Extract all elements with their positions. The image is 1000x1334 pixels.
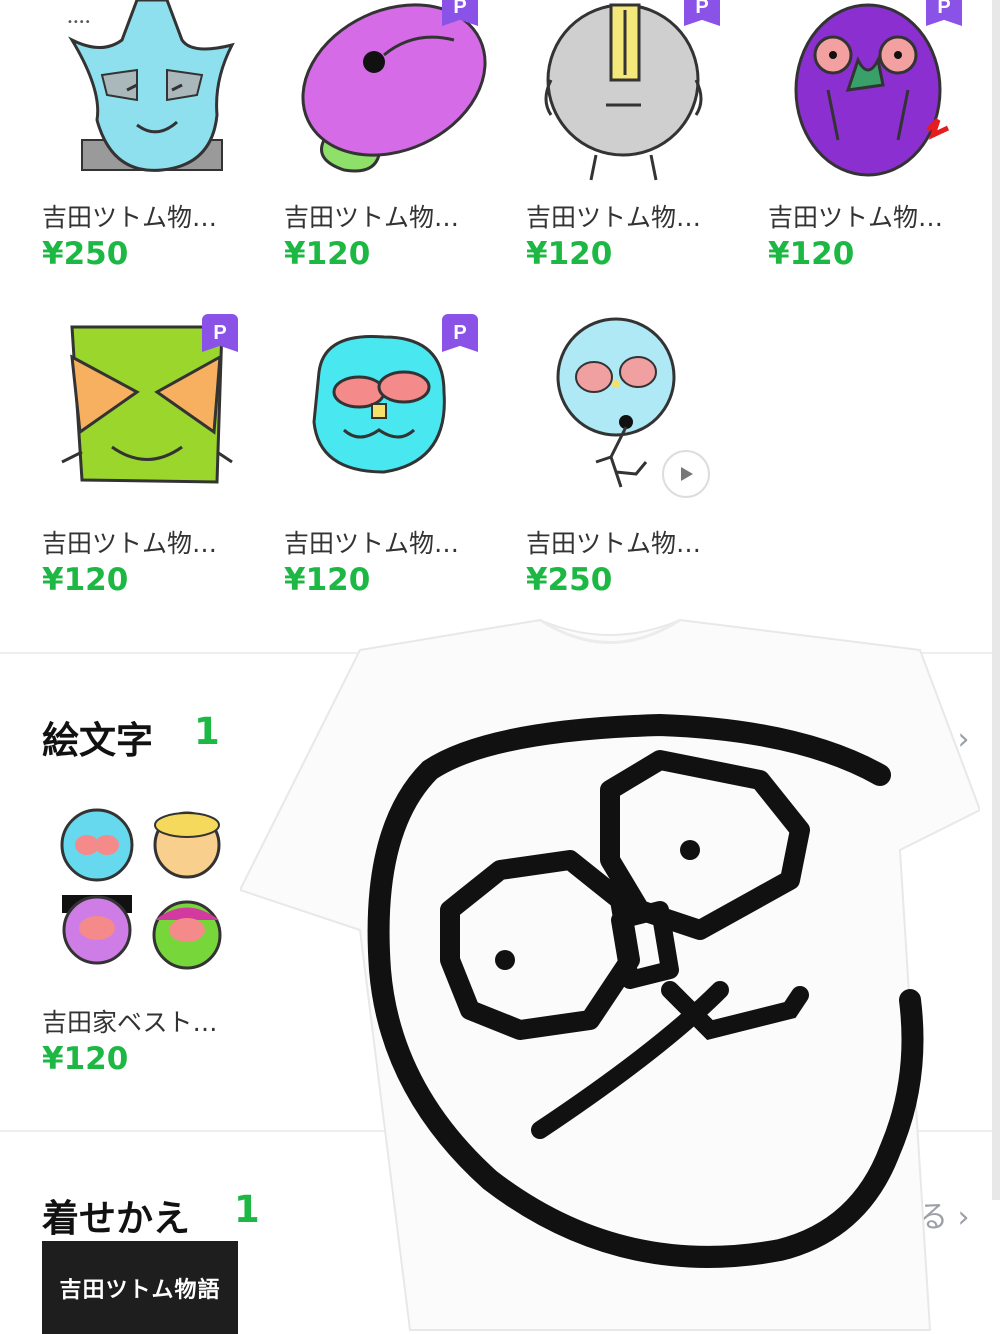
sticker-card[interactable]: P 吉田ツトム物… ¥120 [284, 312, 504, 602]
emoji-card[interactable]: 吉田家ベスト… ¥120 [42, 800, 272, 1090]
sticker-card[interactable]: P 吉田ツトム物… ¥120 [768, 0, 988, 280]
sticker-card[interactable]: 吉田ツトム物… ¥250 [526, 312, 746, 602]
emoji-title: 吉田家ベスト… [42, 1008, 218, 1037]
sticker-price: ¥120 [284, 236, 371, 272]
theme-thumbnail[interactable]: 吉田ツトム物語 [42, 1241, 238, 1334]
sticker-purple-bean-icon [284, 0, 504, 190]
sticker-price: ¥120 [42, 562, 129, 598]
theme-section-title: 着せかえ [42, 1197, 190, 1240]
emoji-section-title: 絵文字 [42, 719, 153, 762]
sticker-title: 吉田ツトム物… [42, 529, 218, 558]
sticker-title: 吉田ツトム物… [284, 529, 460, 558]
sticker-title: 吉田ツトム物… [284, 203, 460, 232]
sticker-price: ¥120 [284, 562, 371, 598]
sticker-price: ¥120 [768, 236, 855, 272]
sticker-price: ¥120 [526, 236, 613, 272]
sticker-title: 吉田ツトム物… [526, 203, 702, 232]
emoji-section-count: 1 [194, 710, 220, 753]
sticker-blue-masked-face-icon: •••• [42, 0, 262, 190]
sticker-title: 吉田ツトム物… [526, 529, 702, 558]
sticker-purple-oval-face-icon [768, 0, 988, 190]
sticker-price: ¥250 [42, 236, 129, 272]
sticker-card[interactable]: P 吉田ツトム物… ¥120 [42, 312, 262, 602]
svg-text:••••: •••• [67, 17, 91, 28]
emoji-price: ¥120 [42, 1041, 129, 1077]
sticker-title: 吉田ツトム物… [768, 203, 944, 232]
sticker-card[interactable]: •••• 吉田ツトム物… ¥250 [42, 0, 262, 280]
tshirt-face-icon [240, 610, 980, 1334]
sticker-grey-round-face-icon [526, 0, 746, 190]
emoji-preview-icon [42, 800, 232, 980]
sticker-title: 吉田ツトム物… [42, 203, 218, 232]
play-icon [681, 467, 693, 481]
play-animation-button[interactable] [662, 450, 710, 498]
scrollbar[interactable] [992, 0, 1000, 1200]
sticker-card[interactable]: P 吉田ツトム物… ¥120 [526, 0, 746, 280]
sticker-price: ¥250 [526, 562, 613, 598]
sticker-card[interactable]: P 吉田ツトム物… ¥120 [284, 0, 504, 280]
sticker-balloon-face-icon [526, 312, 746, 502]
